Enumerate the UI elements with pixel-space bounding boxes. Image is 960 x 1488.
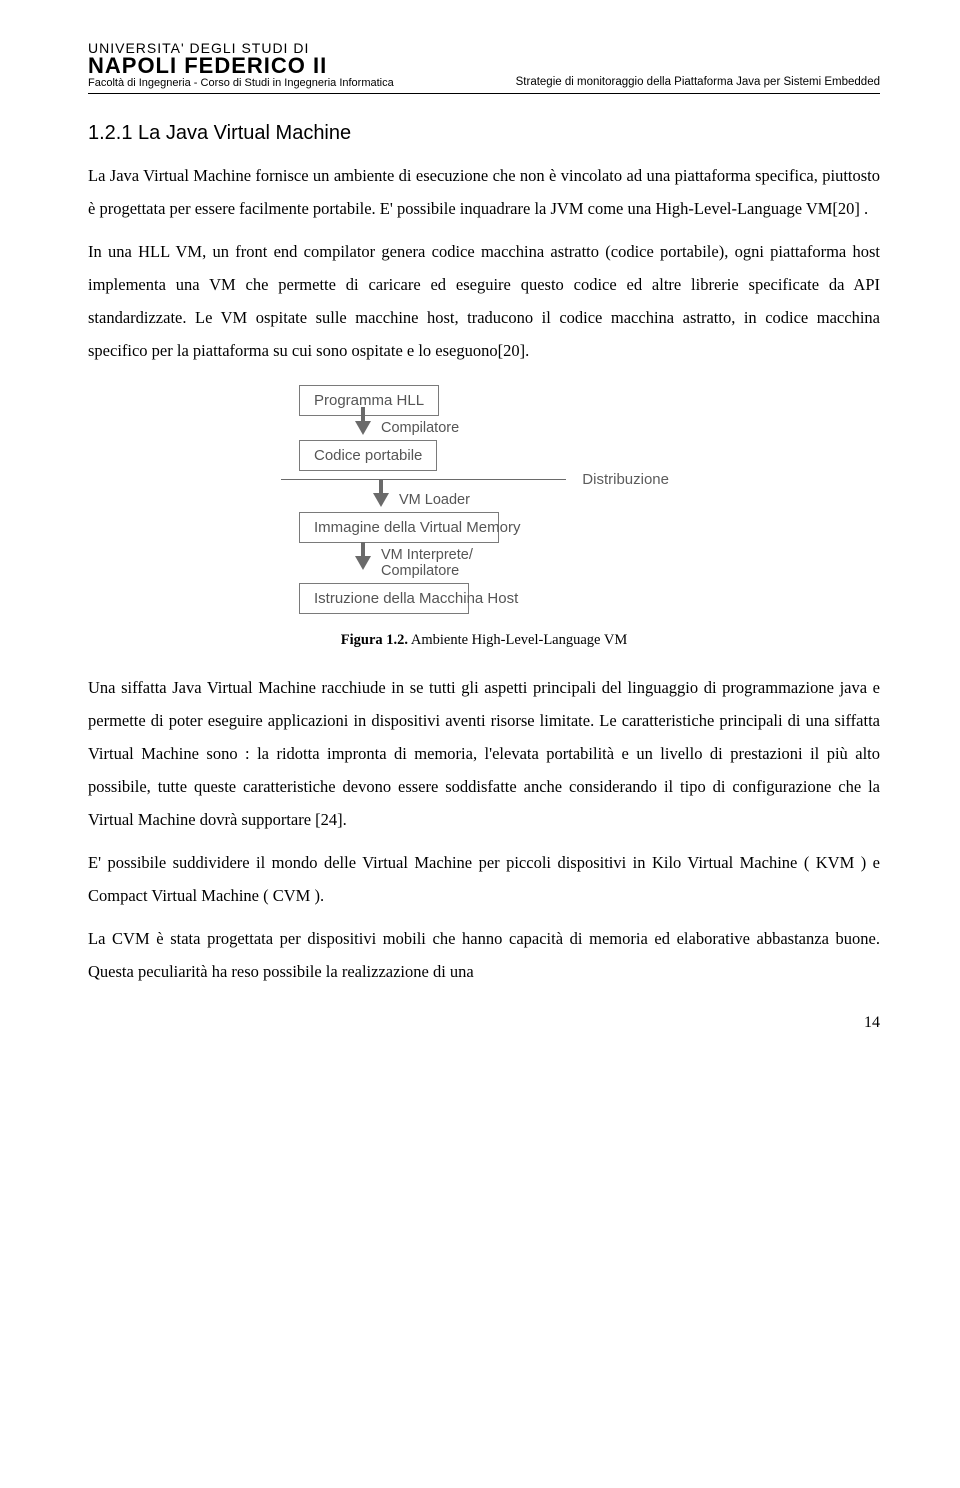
faculty-line: Facoltà di Ingegneria - Corso di Studi i…	[88, 77, 394, 89]
page-number: 14	[88, 1014, 880, 1032]
arrow-icon	[355, 556, 371, 570]
paragraph-4: E' possibile suddividere il mondo delle …	[88, 846, 880, 912]
paragraph-1: La Java Virtual Machine fornisce un ambi…	[88, 159, 880, 225]
figure-caption: Figura 1.2. Ambiente High-Level-Language…	[88, 632, 880, 649]
university-line2: NAPOLI FEDERICO II	[88, 54, 394, 77]
diagram-box-1: Programma HLL	[299, 385, 439, 416]
doc-title: Strategie di monitoraggio della Piattafo…	[516, 76, 880, 89]
caption-bold: Figura 1.2.	[341, 632, 408, 648]
arrow-icon	[355, 421, 371, 435]
diagram-arrow-label-1: Compilatore	[381, 420, 459, 436]
paragraph-5: La CVM è stata progettata per dispositiv…	[88, 922, 880, 988]
diagram-arrow-label-2: VM Loader	[399, 492, 470, 508]
section-heading: 1.2.1 La Java Virtual Machine	[88, 122, 880, 145]
page-header: UNIVERSITA' DEGLI STUDI DI NAPOLI FEDERI…	[88, 40, 880, 94]
paragraph-2: In una HLL VM, un front end compilator g…	[88, 235, 880, 367]
line-icon	[281, 479, 566, 480]
paragraph-3: Una siffatta Java Virtual Machine racchi…	[88, 671, 880, 836]
diagram-box-2: Codice portabile	[299, 440, 437, 471]
diagram-box-4: Istruzione della Macchina Host	[299, 583, 469, 614]
diagram-arrow-label-3: VM Interprete/ Compilatore	[381, 547, 521, 579]
figure-diagram: Programma HLL Compilatore Codice portabi…	[299, 385, 669, 614]
page: UNIVERSITA' DEGLI STUDI DI NAPOLI FEDERI…	[0, 0, 960, 1082]
diagram-box-3: Immagine della Virtual Memory	[299, 512, 499, 543]
distribution-label: Distribuzione	[582, 471, 669, 488]
arrow-icon	[373, 493, 389, 507]
distribution-line: Distribuzione	[299, 471, 669, 488]
caption-rest: Ambiente High-Level-Language VM	[408, 632, 627, 648]
university-logo-block: UNIVERSITA' DEGLI STUDI DI NAPOLI FEDERI…	[88, 40, 394, 89]
